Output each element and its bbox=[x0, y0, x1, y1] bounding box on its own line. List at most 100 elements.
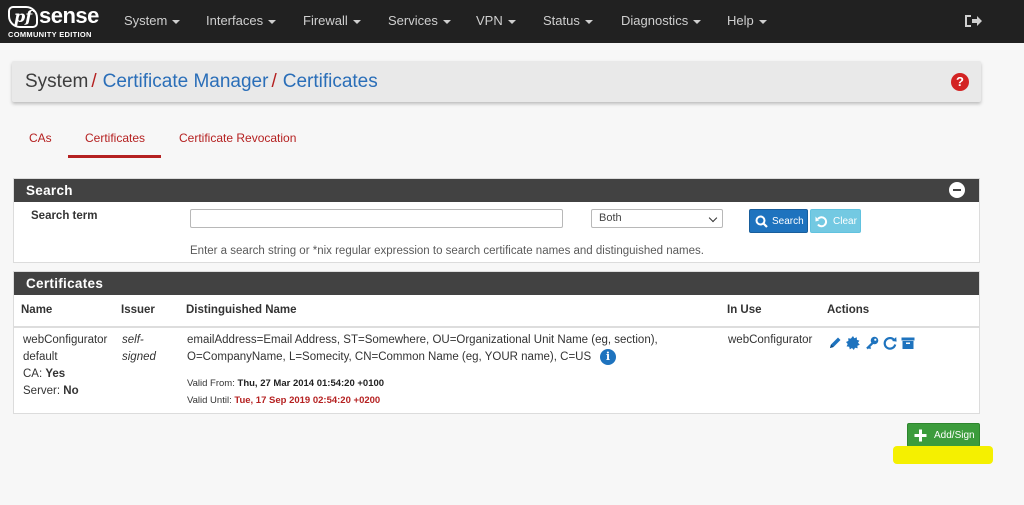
nav-help[interactable]: Help bbox=[727, 13, 767, 28]
cert-ca-label: CA: bbox=[23, 368, 43, 380]
info-icon[interactable]: i bbox=[600, 349, 616, 365]
nav-system-label: System bbox=[124, 13, 168, 28]
cert-name-suffix: default bbox=[23, 351, 58, 363]
cert-issuer-line1: self- bbox=[122, 334, 144, 346]
nav-status-label: Status bbox=[543, 13, 580, 28]
breadcrumb-certificate-manager[interactable]: Certificate Manager bbox=[103, 71, 269, 92]
add-sign-button[interactable]: Add/Sign bbox=[907, 423, 980, 447]
nav-vpn[interactable]: VPN bbox=[476, 13, 516, 28]
highlight-annotation bbox=[893, 446, 993, 464]
export-icon[interactable] bbox=[846, 336, 860, 350]
caret-down-icon bbox=[172, 19, 181, 24]
valid-until-label: Valid Until: bbox=[187, 395, 232, 406]
search-term-label: Search term bbox=[31, 210, 98, 222]
search-scope-select[interactable]: Both bbox=[591, 209, 723, 228]
plus-icon bbox=[914, 429, 927, 442]
column-header-issuer[interactable]: Issuer bbox=[121, 304, 155, 316]
edit-icon[interactable] bbox=[828, 336, 842, 350]
active-tab-indicator bbox=[68, 155, 161, 158]
caret-down-icon bbox=[584, 19, 593, 24]
minus-circle-icon[interactable] bbox=[949, 182, 965, 198]
delete-icon[interactable] bbox=[901, 336, 915, 350]
breadcrumb-separator: / bbox=[91, 71, 97, 92]
cert-dn-cell: emailAddress=Email Address, ST=Somewhere… bbox=[187, 332, 658, 366]
caret-down-icon bbox=[352, 19, 361, 24]
breadcrumb-panel: System / Certificate Manager / Certificates … bbox=[12, 61, 981, 102]
nav-firewall[interactable]: Firewall bbox=[303, 13, 361, 28]
top-navbar: pf sense COMMUNITY EDITION System Interf… bbox=[0, 0, 1024, 43]
nav-firewall-label: Firewall bbox=[303, 13, 348, 28]
help-icon[interactable]: ? bbox=[951, 73, 969, 91]
nav-diagnostics-label: Diagnostics bbox=[621, 13, 689, 28]
search-panel: Search Search term Both Search Clear Ent… bbox=[13, 178, 980, 263]
cert-dn-line1: emailAddress=Email Address, ST=Somewhere… bbox=[187, 334, 658, 346]
breadcrumb-certificates[interactable]: Certificates bbox=[283, 71, 378, 92]
caret-down-icon bbox=[442, 19, 451, 24]
search-panel-title-text: Search bbox=[26, 183, 73, 198]
tab-certificate-revocation[interactable]: Certificate Revocation bbox=[179, 131, 296, 145]
search-button[interactable]: Search bbox=[749, 209, 808, 233]
clear-button-label: Clear bbox=[833, 216, 857, 227]
breadcrumb: System / Certificate Manager / Certificates bbox=[25, 71, 378, 93]
nav-system[interactable]: System bbox=[124, 13, 181, 28]
nav-interfaces[interactable]: Interfaces bbox=[206, 13, 277, 28]
cert-issuer-cell: self- signed bbox=[122, 332, 156, 366]
nav-vpn-label: VPN bbox=[476, 13, 503, 28]
column-header-name[interactable]: Name bbox=[21, 304, 52, 316]
caret-down-icon bbox=[758, 19, 767, 24]
valid-until-value: Tue, 17 Sep 2019 02:54:20 +0200 bbox=[234, 395, 381, 406]
logo-sense-text: sense bbox=[39, 3, 99, 28]
column-header-in-use[interactable]: In Use bbox=[727, 304, 762, 316]
certificates-panel: Certificates Name Issuer Distinguished N… bbox=[13, 271, 980, 414]
nav-services[interactable]: Services bbox=[388, 13, 451, 28]
cert-ca-line: CA: Yes bbox=[23, 366, 107, 383]
cert-server-label: Server: bbox=[23, 385, 61, 397]
cert-server-value: No bbox=[63, 385, 79, 397]
certificates-panel-title: Certificates bbox=[14, 272, 979, 295]
breadcrumb-system: System bbox=[25, 71, 89, 92]
nav-diagnostics[interactable]: Diagnostics bbox=[621, 13, 702, 28]
search-scope-value: Both bbox=[599, 212, 622, 224]
search-button-label: Search bbox=[772, 216, 804, 227]
pfsense-logo[interactable]: pf sense COMMUNITY EDITION bbox=[6, 3, 102, 40]
nav-help-label: Help bbox=[727, 13, 754, 28]
valid-from-label: Valid From: bbox=[187, 378, 235, 389]
chevron-down-icon bbox=[708, 213, 718, 223]
cert-valid-from: Valid From: Thu, 27 Mar 2014 01:54:20 +0… bbox=[187, 375, 384, 392]
tab-cas[interactable]: CAs bbox=[29, 131, 52, 145]
column-header-distinguished-name[interactable]: Distinguished Name bbox=[186, 304, 297, 316]
cert-in-use: webConfigurator bbox=[728, 334, 813, 346]
sign-out-icon[interactable] bbox=[964, 13, 982, 29]
table-header-divider bbox=[14, 326, 979, 328]
clear-button[interactable]: Clear bbox=[810, 209, 861, 233]
cert-name-cell: webConfigurator default CA: Yes Server: … bbox=[23, 332, 107, 400]
nav-status[interactable]: Status bbox=[543, 13, 593, 28]
cert-ca-value: Yes bbox=[45, 368, 66, 380]
caret-down-icon bbox=[507, 19, 516, 24]
logo-pf-text: pf bbox=[14, 7, 33, 26]
nav-interfaces-label: Interfaces bbox=[206, 13, 264, 28]
cert-issuer-line2: signed bbox=[122, 351, 156, 363]
cert-valid-until: Valid Until: Tue, 17 Sep 2019 02:54:20 +… bbox=[187, 392, 380, 409]
search-panel-title: Search bbox=[14, 179, 979, 202]
key-icon[interactable] bbox=[865, 336, 879, 350]
column-header-actions: Actions bbox=[827, 304, 870, 316]
nav-services-label: Services bbox=[388, 13, 438, 28]
valid-from-value: Thu, 27 Mar 2014 01:54:20 +0100 bbox=[237, 378, 385, 389]
search-help-text: Enter a search string or *nix regular ex… bbox=[190, 245, 704, 257]
pf-badge: pf bbox=[8, 6, 38, 28]
search-icon bbox=[755, 215, 768, 228]
caret-down-icon bbox=[268, 19, 277, 24]
tab-certificates[interactable]: Certificates bbox=[85, 131, 145, 145]
caret-down-icon bbox=[693, 19, 702, 24]
breadcrumb-separator: / bbox=[271, 71, 277, 92]
renew-icon[interactable] bbox=[883, 336, 897, 350]
cert-dn-line2: O=CompanyName, L=Somecity, CN=Common Nam… bbox=[187, 351, 592, 363]
cert-name: webConfigurator bbox=[23, 334, 108, 346]
search-input[interactable] bbox=[190, 209, 563, 228]
certificates-panel-title-text: Certificates bbox=[26, 276, 104, 291]
undo-icon bbox=[815, 216, 827, 228]
add-sign-label: Add/Sign bbox=[934, 430, 975, 441]
cert-server-line: Server: No bbox=[23, 383, 107, 400]
logo-edition-text: COMMUNITY EDITION bbox=[8, 30, 92, 39]
